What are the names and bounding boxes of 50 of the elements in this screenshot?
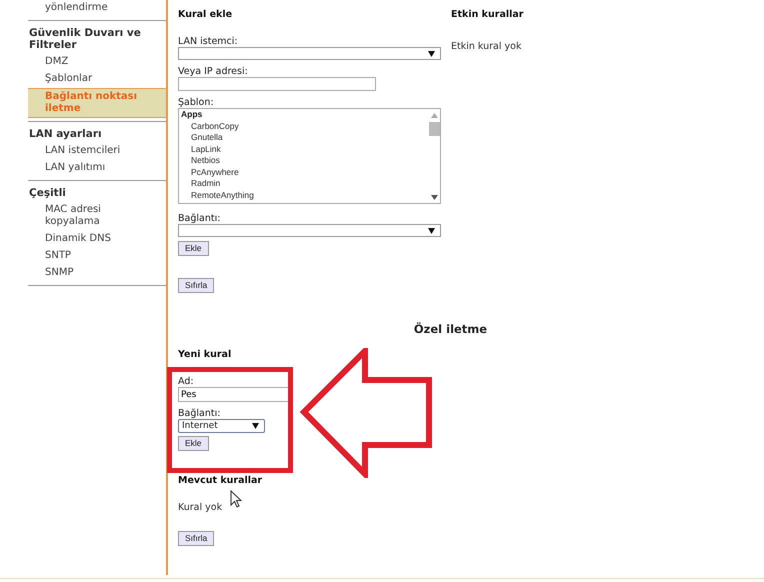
- field-label: Ad:: [178, 376, 195, 387]
- field-label: Bağlantı:: [178, 213, 220, 224]
- field-label: Bağlantı:: [178, 408, 222, 419]
- sidebar-item[interactable]: LAN yalıtımı: [28, 160, 166, 177]
- section-title: Kural ekle: [178, 9, 232, 21]
- caret-icon: [252, 423, 259, 429]
- caret-icon: [428, 50, 435, 56]
- mouse-pointer-icon: [230, 490, 242, 508]
- sidebar-section-title: LAN ayarları: [28, 127, 103, 142]
- list-option[interactable]: PcAnywhere: [179, 166, 428, 178]
- list-option[interactable]: Netbios: [179, 155, 428, 166]
- template-listbox[interactable]: Apps CarbonCopy Gnutella LapLink Netbios PcAnywhere Radmin RemoteAnything: [178, 108, 441, 204]
- reset-button[interactable]: Sıfırla: [178, 278, 214, 293]
- add-button[interactable]: Ekle: [178, 436, 209, 451]
- list-option[interactable]: Radmin: [179, 178, 428, 190]
- add-button[interactable]: Ekle: [178, 241, 209, 256]
- ip-address-field[interactable]: [178, 77, 376, 91]
- empty-message: Etkin kural yok: [451, 41, 522, 52]
- field-label: LAN istemci:: [178, 36, 238, 47]
- sidebar-item[interactable]: Şablonlar: [28, 71, 166, 88]
- list-option[interactable]: Gnutella: [179, 132, 428, 144]
- field-label: Şablon:: [178, 97, 214, 108]
- list-option[interactable]: RemoteAnything: [179, 190, 428, 201]
- sidebar-item[interactable]: SNTP: [28, 248, 166, 265]
- field-label: Veya IP adresi:: [178, 66, 248, 77]
- list-option[interactable]: CarbonCopy: [179, 120, 428, 132]
- name-field[interactable]: Pes: [178, 387, 291, 402]
- scrollbar-thumb[interactable]: [428, 122, 440, 136]
- section-title: Etkin kurallar: [451, 9, 524, 21]
- lan-client-dropdown[interactable]: [178, 47, 441, 60]
- connection-dropdown[interactable]: Internet: [178, 419, 265, 433]
- sidebar-item[interactable]: MAC adresi kopyalama: [28, 202, 166, 231]
- section-title: Mevcut kurallar: [178, 475, 264, 487]
- list-option[interactable]: LapLink: [179, 144, 428, 155]
- connection-dropdown[interactable]: [178, 224, 441, 237]
- reset-button[interactable]: Sıfırla: [178, 531, 214, 546]
- sidebar-item[interactable]: DMZ: [28, 54, 166, 71]
- sidebar-section-title: Çeşitli: [28, 186, 67, 201]
- scroll-up-icon[interactable]: [430, 113, 438, 118]
- section-title: Yeni kural: [178, 349, 232, 361]
- empty-message: Kural yok: [178, 502, 224, 513]
- sidebar-item[interactable]: SNMP: [28, 265, 166, 282]
- section-heading: Özel iletme: [412, 322, 488, 336]
- caret-icon: [428, 228, 435, 234]
- sidebar-section-title: Güvenlik Duvarı ve Filtreler: [28, 26, 142, 53]
- sidebar-item[interactable]: yönlendirme: [28, 0, 166, 17]
- sidebar-item[interactable]: LAN istemcileri: [28, 143, 166, 160]
- list-group-header: Apps: [180, 109, 204, 120]
- sidebar-item[interactable]: Dinamik DNS: [28, 231, 166, 248]
- scroll-down-icon[interactable]: [430, 195, 438, 200]
